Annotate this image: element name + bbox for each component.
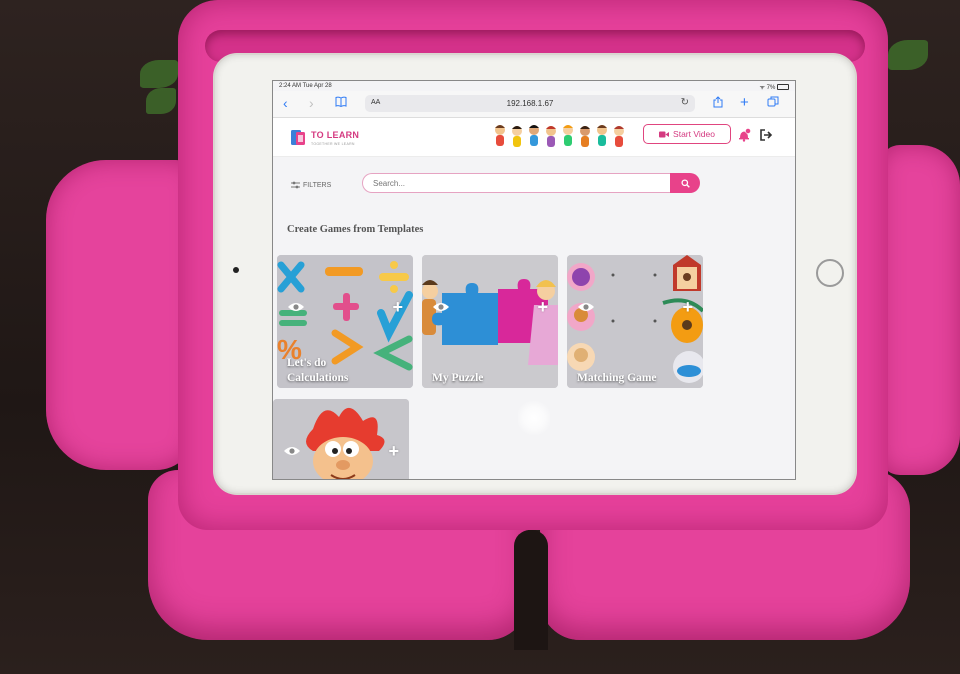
case-handle-left xyxy=(46,160,196,470)
start-video-button[interactable]: Start Video xyxy=(643,124,731,144)
home-button[interactable] xyxy=(816,259,844,287)
template-card-character[interactable]: + xyxy=(273,399,409,479)
preview-eye-icon[interactable] xyxy=(432,301,450,313)
reload-icon[interactable]: ↻ xyxy=(681,97,689,108)
card-title: Let's do Calculations xyxy=(287,357,349,384)
tabs-icon[interactable] xyxy=(767,96,779,110)
card-title: My Puzzle xyxy=(432,372,484,384)
logout-icon[interactable] xyxy=(759,128,773,142)
status-time: 2:24 AM Tue Apr 28 xyxy=(279,83,332,89)
add-template-icon[interactable]: + xyxy=(388,442,399,460)
cartoon-character-illustration xyxy=(273,399,409,479)
back-icon[interactable]: ‹ xyxy=(283,96,288,110)
tablet-screen: 2:24 AM Tue Apr 28 ᯤ 7% ‹ › AA 192.168.1… xyxy=(272,80,796,480)
logo-icon[interactable] xyxy=(289,128,307,148)
video-camera-icon xyxy=(659,131,670,137)
search-bar xyxy=(362,173,700,193)
plant-leaf xyxy=(146,88,176,114)
notification-bell-icon[interactable] xyxy=(737,128,751,142)
search-icon xyxy=(680,178,690,188)
template-card-puzzle[interactable]: + My Puzzle xyxy=(422,255,558,388)
share-icon[interactable] xyxy=(713,96,723,111)
search-input[interactable] xyxy=(362,173,670,193)
section-title: Create Games from Templates xyxy=(287,224,424,235)
case-handle-right xyxy=(880,145,960,475)
preview-eye-icon[interactable] xyxy=(283,445,301,457)
status-bar: 2:24 AM Tue Apr 28 ᯤ 7% xyxy=(273,81,795,91)
case-leg-gap xyxy=(514,530,548,650)
matching-illustration xyxy=(567,255,703,388)
battery-icon xyxy=(777,84,789,91)
forward-icon[interactable]: › xyxy=(309,96,314,110)
preview-eye-icon[interactable] xyxy=(287,301,305,313)
battery-level: ᯤ 7% xyxy=(760,83,789,91)
add-template-icon[interactable]: + xyxy=(682,298,693,316)
plant-leaf xyxy=(888,40,928,70)
preview-eye-icon[interactable] xyxy=(577,301,595,313)
kids-illustration xyxy=(495,125,624,147)
url-text: 192.168.1.67 xyxy=(506,99,554,108)
filters-button[interactable]: FILTERS xyxy=(291,181,331,189)
browser-toolbar: ‹ › AA 192.168.1.67 ↻ + xyxy=(273,91,795,118)
logo-tagline: TOGETHER WE LEARN xyxy=(311,142,355,146)
sliders-icon xyxy=(291,181,300,189)
logo-text[interactable]: TO LEARN xyxy=(311,130,359,140)
plant-leaf xyxy=(140,60,178,88)
address-bar[interactable]: AA 192.168.1.67 ↻ xyxy=(365,95,695,112)
camera xyxy=(233,267,239,273)
add-template-icon[interactable]: + xyxy=(537,298,548,316)
template-card-matching[interactable]: + Matching Game xyxy=(567,255,703,388)
filters-label: FILTERS xyxy=(303,181,332,189)
search-button[interactable] xyxy=(670,173,700,193)
template-card-calculations[interactable]: % + Let's do Calculations xyxy=(277,255,413,388)
add-template-icon[interactable]: + xyxy=(392,298,403,316)
bookmarks-icon[interactable] xyxy=(335,96,347,110)
app-header: TO LEARN TOGETHER WE LEARN Start Video xyxy=(273,118,795,157)
new-tab-icon[interactable]: + xyxy=(740,95,749,110)
start-video-label: Start Video xyxy=(673,129,715,139)
card-title: Matching Game xyxy=(577,372,657,384)
puzzle-illustration xyxy=(422,255,558,388)
